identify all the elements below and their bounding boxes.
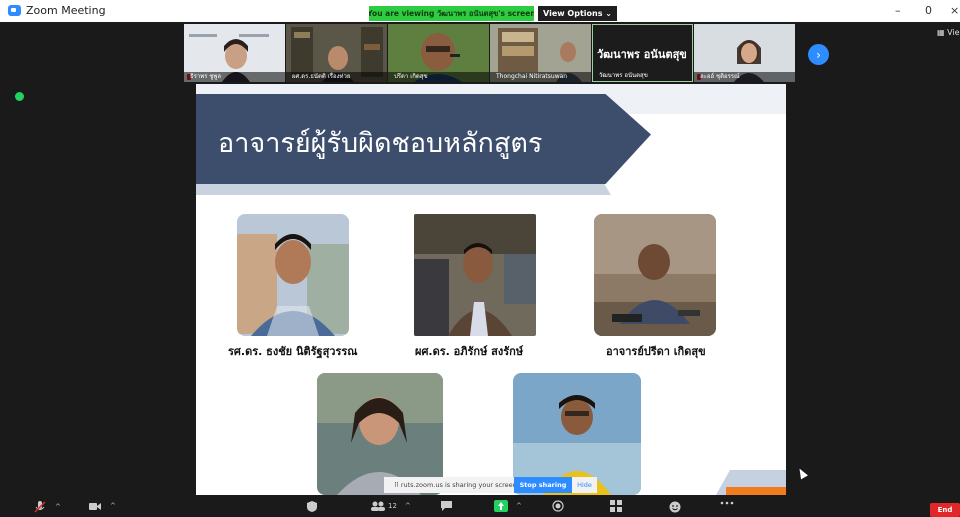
meeting-stage: ธิราพร ชูพูล ผศ.ดร.ธนัตติ เรื่องท่วย ปรี… xyxy=(0,22,960,495)
screen-sharing-bar: ⠿ ruts.zoom.us is sharing your screen. S… xyxy=(384,477,597,493)
share-screen-button[interactable]: ^ xyxy=(494,500,522,512)
window-title: Zoom Meeting xyxy=(26,4,106,17)
security-button[interactable] xyxy=(306,500,318,513)
participants-icon xyxy=(371,501,385,511)
viewing-screen-banner: You are viewing วัฒนาพร อนันตสุข's scree… xyxy=(369,6,534,21)
meeting-toolbar: ^ ^ 12 ^ ^ xyxy=(0,495,960,517)
record-button[interactable] xyxy=(552,500,564,512)
participant-name: วัฒนาพร อนันตสุข xyxy=(599,72,648,79)
participant-thumbnail-active[interactable]: วัฒนาพร อนันตสุข วัฒนาพร อนันตสุข xyxy=(592,24,693,82)
minimize-icon[interactable]: – xyxy=(895,4,901,17)
reactions-icon xyxy=(669,501,681,513)
record-icon xyxy=(552,500,564,512)
participant-thumbnail[interactable]: ผศ.ดร.ธนัตติ เรื่องท่วย xyxy=(286,24,387,82)
participant-name: ละออ์ ชุติอรรณ์ xyxy=(694,72,795,82)
next-page-chevron-icon[interactable]: › xyxy=(808,44,829,65)
muted-mic-icon xyxy=(34,501,46,513)
restore-icon[interactable]: 0 xyxy=(925,4,932,17)
app-title: Zoom Meeting xyxy=(8,4,106,17)
faculty-photo xyxy=(414,214,536,336)
end-meeting-button[interactable]: End xyxy=(930,503,960,517)
more-button[interactable] xyxy=(720,500,734,506)
more-dots-icon xyxy=(720,501,734,505)
shield-icon xyxy=(307,501,317,512)
participant-name: ผศ.ดร.ธนัตติ เรื่องท่วย xyxy=(286,72,387,82)
share-screen-icon xyxy=(494,500,508,512)
chat-button[interactable] xyxy=(440,500,453,512)
zoom-logo-icon xyxy=(8,5,21,16)
chevron-up-icon[interactable]: ^ xyxy=(405,502,411,510)
participant-thumbnail-strip: ธิราพร ชูพูล ผศ.ดร.ธนัตติ เรื่องท่วย ปรี… xyxy=(184,24,795,82)
participant-name: ปรีดา เกิดสุข xyxy=(388,72,489,82)
faculty-photo-image xyxy=(414,214,536,336)
slide-corner-accent xyxy=(726,487,786,495)
chat-icon xyxy=(441,501,452,511)
faculty-photo xyxy=(594,214,716,336)
mouse-cursor-icon xyxy=(796,466,808,480)
participant-thumbnail[interactable]: ปรีดา เกิดสุข xyxy=(388,24,489,82)
faculty-photo-image xyxy=(594,214,716,336)
title-bar: Zoom Meeting You are viewing วัฒนาพร อนั… xyxy=(0,0,960,22)
video-camera-icon xyxy=(89,503,101,510)
hide-button[interactable]: Hide xyxy=(572,481,597,489)
chevron-up-icon[interactable]: ^ xyxy=(110,502,116,510)
stop-sharing-button[interactable]: Stop sharing xyxy=(514,477,572,493)
faculty-name: อาจารย์ปรีดา เกิดสุข xyxy=(606,345,706,358)
participant-display-name: วัฒนาพร อนันตสุข xyxy=(597,48,687,61)
view-options-button[interactable]: View Options ⌄ xyxy=(538,6,617,21)
participant-thumbnail[interactable]: Thongchai Nitiratsuwan xyxy=(490,24,591,82)
close-icon[interactable]: × xyxy=(950,4,959,17)
participants-button[interactable]: 12 ^ xyxy=(370,500,411,512)
participants-count: 12 xyxy=(388,502,397,510)
participant-thumbnail[interactable]: ละออ์ ชุติอรรณ์ xyxy=(694,24,795,82)
faculty-name: ผศ.ดร. อภิรักษ์ สงรักษ์ xyxy=(415,345,524,358)
faculty-photo xyxy=(237,214,349,336)
faculty-photo-image xyxy=(237,214,349,336)
security-shield-icon xyxy=(15,92,24,101)
participant-name: ธิราพร ชูพูล xyxy=(184,72,285,82)
slide-title: อาจารย์ผู้รับผิดชอบหลักสูตร xyxy=(218,128,543,159)
breakout-rooms-icon xyxy=(610,500,622,512)
view-button[interactable]: ▦ Vie xyxy=(937,28,960,37)
sharing-status-text: ⠿ ruts.zoom.us is sharing your screen. xyxy=(394,481,519,489)
participant-name: Thongchai Nitiratsuwan xyxy=(490,72,591,82)
reactions-button[interactable] xyxy=(669,500,682,513)
video-button[interactable]: ^ xyxy=(88,500,116,512)
chevron-up-icon[interactable]: ^ xyxy=(55,503,61,511)
shared-screen-slide: อาจารย์ผู้รับผิดชอบหลักสูตร รศ.ดร. ธงชัย… xyxy=(196,84,786,495)
faculty-name: รศ.ดร. ธงชัย นิติรัฐสุวรรณ xyxy=(228,345,358,358)
mute-button[interactable]: ^ xyxy=(33,500,61,514)
breakout-rooms-button[interactable] xyxy=(610,500,622,512)
participant-thumbnail[interactable]: ธิราพร ชูพูล xyxy=(184,24,285,82)
chevron-up-icon[interactable]: ^ xyxy=(516,502,522,510)
